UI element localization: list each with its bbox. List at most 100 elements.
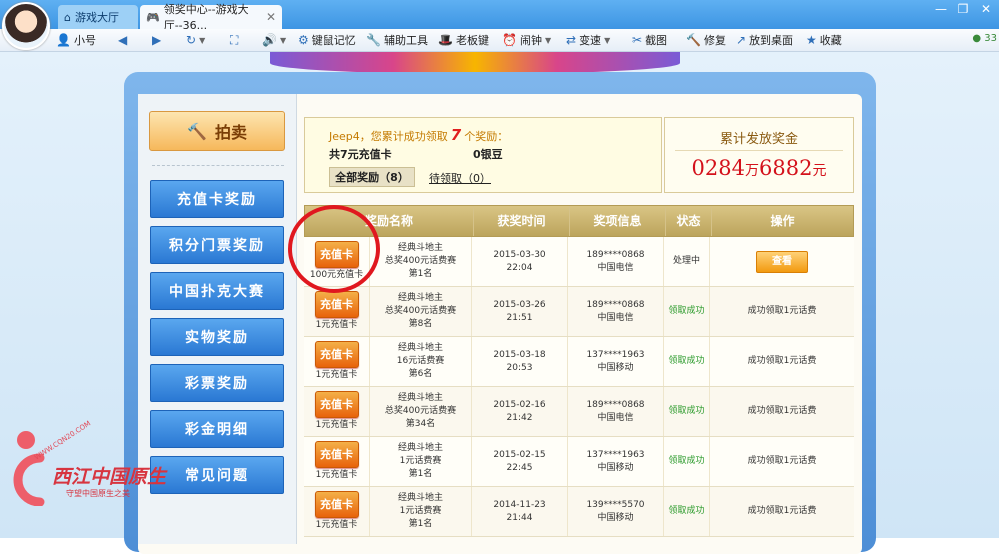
decorative-banner xyxy=(270,52,680,74)
sidebar-item-lottery[interactable]: 彩票奖励 xyxy=(150,364,284,402)
rank: 第1名 xyxy=(408,519,433,529)
game-name: 经典斗地主 xyxy=(397,293,443,303)
status-cell: 领取成功 xyxy=(664,287,710,336)
award-date: 2015-03-30 xyxy=(493,249,546,260)
auction-button[interactable]: 🔨 拍卖 xyxy=(149,111,285,151)
close-icon[interactable]: ✕ xyxy=(266,10,276,24)
sidebar-item-physical-prize[interactable]: 实物奖励 xyxy=(150,318,284,356)
volume-button[interactable]: 🔊 ▼ xyxy=(262,32,286,48)
total-divider xyxy=(675,150,843,151)
info-cell: 189****0868 中国电信 xyxy=(568,287,664,336)
match-name: 1元话费赛 xyxy=(399,506,442,516)
close-button[interactable]: ✕ xyxy=(975,0,997,18)
user-button[interactable]: 👤 小号 xyxy=(56,32,96,48)
header-award-info: 奖项信息 xyxy=(569,206,665,236)
keyboard-memory-button[interactable]: ⚙ 键鼠记忆 xyxy=(298,32,356,48)
total-wan-digits: 0284 xyxy=(691,156,745,180)
prize-cell: 充值卡 1元充值卡 xyxy=(304,437,370,486)
tab-reward-center[interactable]: 🎮 领奖中心--游戏大厅--36... ✕ xyxy=(140,3,282,32)
prize-cell: 充值卡 1元充值卡 xyxy=(304,387,370,436)
reward-count: 7 xyxy=(450,126,462,144)
total-wan-unit: 万 xyxy=(745,163,759,179)
watermark-logo-icon xyxy=(13,431,45,506)
performance-indicator: ● 33 xyxy=(972,33,997,44)
info-cell: 189****0868 中国电信 xyxy=(568,237,664,286)
recharge-card-icon: 充值卡 xyxy=(314,441,359,468)
recharge-card-icon: 充值卡 xyxy=(314,291,359,318)
recharge-card-icon: 充值卡 xyxy=(314,341,359,368)
gamepad-icon: 🎮 xyxy=(146,10,160,24)
action-cell: 成功领取1元话费 xyxy=(710,387,854,436)
keyboard-memory-label: 键鼠记忆 xyxy=(311,34,356,47)
sidebar-item-bonus-details[interactable]: 彩金明细 xyxy=(150,410,284,448)
carrier: 中国移动 xyxy=(597,362,634,373)
filter-pending-rewards[interactable]: 待领取（0） xyxy=(429,170,491,186)
match-cell: 经典斗地主 总奖400元话费赛 第8名 xyxy=(370,287,472,336)
time-cell: 2015-03-18 20:53 xyxy=(472,337,568,386)
minimize-button[interactable]: — xyxy=(930,0,952,18)
game-name: 经典斗地主 xyxy=(397,343,443,353)
fullscreen-button[interactable]: ⛶ xyxy=(230,32,238,48)
header-award-time: 获奖时间 xyxy=(473,206,569,236)
tools-button[interactable]: 🔧 辅助工具 xyxy=(366,32,428,48)
match-cell: 经典斗地主 16元话费赛 第6名 xyxy=(370,337,472,386)
view-button[interactable]: 查看 xyxy=(756,250,808,273)
card-icon-label: 充值卡 xyxy=(320,348,353,361)
percent-value: 33 xyxy=(984,33,997,44)
phone-number: 137****1963 xyxy=(586,349,645,360)
award-time: 22:04 xyxy=(506,262,533,273)
repair-icon: 🔨 xyxy=(686,33,701,47)
sidebar-item-poker-tournament[interactable]: 中国扑克大赛 xyxy=(150,272,284,310)
recharge-card-icon: 充值卡 xyxy=(314,491,359,518)
tab-game-lobby[interactable]: ⌂ 游戏大厅 xyxy=(58,5,138,29)
match-name: 16元话费赛 xyxy=(396,356,445,366)
alarm-button[interactable]: ⏰ 闹钟 ▼ xyxy=(502,32,551,48)
action-value: 成功领取1元话费 xyxy=(747,406,817,416)
prize-name: 1元充值卡 xyxy=(315,470,358,480)
share-icon: ↗ xyxy=(736,33,747,47)
speed-button[interactable]: ⇄ 变速 ▼ xyxy=(566,32,610,48)
forward-button[interactable]: ▶ xyxy=(152,32,161,48)
prize-name: 1元充值卡 xyxy=(315,320,358,330)
action-value: 成功领取1元话费 xyxy=(747,306,817,316)
carrier: 中国移动 xyxy=(597,512,634,523)
sidebar-item-recharge-card[interactable]: 充值卡奖励 xyxy=(150,180,284,218)
phone-number: 137****1963 xyxy=(586,449,645,460)
rank: 第1名 xyxy=(408,269,433,279)
wrench-icon: 🔧 xyxy=(366,33,381,47)
sidebar-item-faq[interactable]: 常见问题 xyxy=(150,456,284,494)
sidebar-item-points-ticket[interactable]: 积分门票奖励 xyxy=(150,226,284,264)
table-row: 充值卡 100元充值卡 经典斗地主 总奖400元话费赛 第1名 2015-03-… xyxy=(304,237,854,287)
gear-icon: ⚙ xyxy=(298,33,309,47)
total-rest-digits: 6882 xyxy=(759,156,813,180)
table-row: 充值卡 1元充值卡 经典斗地主 1元话费赛 第1名 2015-02-15 22:… xyxy=(304,437,854,487)
repair-button[interactable]: 🔨 修复 xyxy=(686,32,726,48)
prize-cell: 充值卡 1元充值卡 xyxy=(304,337,370,386)
user-icon: 👤 xyxy=(56,33,71,47)
rank: 第34名 xyxy=(405,419,436,429)
match-name: 总奖400元话费赛 xyxy=(384,406,457,416)
prize-cell: 充值卡 1元充值卡 xyxy=(304,487,370,536)
to-desktop-button[interactable]: ↗ 放到桌面 xyxy=(736,32,793,48)
table-row: 充值卡 1元充值卡 经典斗地主 16元话费赛 第6名 2015-03-18 20… xyxy=(304,337,854,387)
favorite-button[interactable]: ★ 收藏 xyxy=(806,32,842,48)
refresh-button[interactable]: ↻ ▼ xyxy=(186,32,205,48)
table-row: 充值卡 1元充值卡 经典斗地主 1元话费赛 第1名 2014-11-23 21:… xyxy=(304,487,854,537)
filter-all-rewards[interactable]: 全部奖励（8） xyxy=(329,167,415,187)
chevron-down-icon: ▼ xyxy=(544,35,552,45)
avatar[interactable] xyxy=(2,2,50,50)
award-date: 2015-03-26 xyxy=(493,299,546,310)
status-badge: 领取成功 xyxy=(668,306,705,316)
status-cell: 领取成功 xyxy=(664,337,710,386)
restore-button[interactable]: ❐ xyxy=(952,0,974,18)
screenshot-button[interactable]: ✂ 截图 xyxy=(632,32,667,48)
match-cell: 经典斗地主 总奖400元话费赛 第1名 xyxy=(370,237,472,286)
action-cell: 成功领取1元话费 xyxy=(710,337,854,386)
card-icon-label: 充值卡 xyxy=(320,298,353,311)
back-button[interactable]: ◀ xyxy=(118,32,127,48)
fullscreen-icon: ⛶ xyxy=(230,32,239,47)
carrier: 中国电信 xyxy=(597,412,634,423)
boss-key-button[interactable]: 🎩 老板键 xyxy=(438,32,489,48)
total-payout: 累计发放奖金 0284万6882元 xyxy=(664,117,854,193)
card-total: 共7元充值卡 xyxy=(329,148,392,161)
